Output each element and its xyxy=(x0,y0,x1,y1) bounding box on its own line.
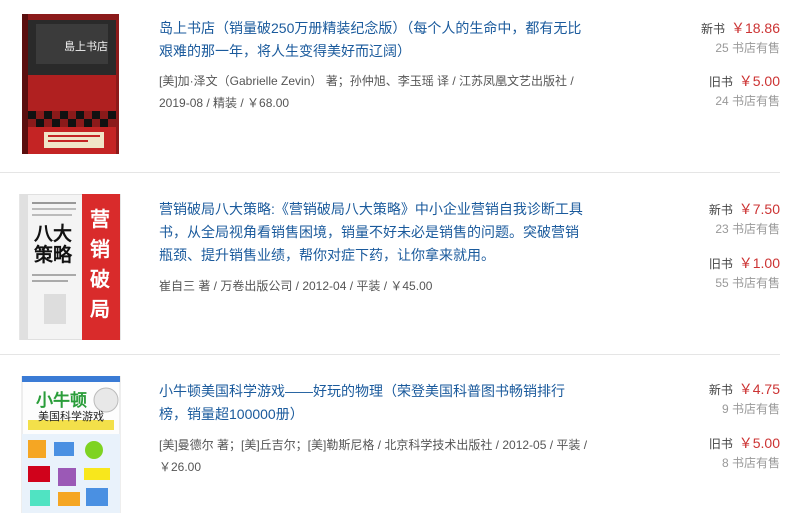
new-price-block: 新书 ￥7.50 23 书店有售 xyxy=(630,199,780,238)
book-cover[interactable]: 小牛顿 美国科学游戏 xyxy=(14,376,127,513)
new-price: ￥18.86 xyxy=(730,20,780,36)
used-stores-link[interactable]: 55 书店有售 xyxy=(630,274,780,292)
used-label: 旧书 xyxy=(708,437,733,451)
book-item: 島上书店 岛上书店（销量破250万册精装纪念版）（每个人的生命中，都有无比艰难的… xyxy=(0,0,788,173)
book-meta: [美]加·泽文（Gabrielle Zevin） 著；孙仲旭、李玉瑶 译 / 江… xyxy=(159,74,574,110)
cover-title: 八大策略 xyxy=(34,223,73,266)
book-list: 島上书店 岛上书店（销量破250万册精装纪念版）（每个人的生命中，都有无比艰难的… xyxy=(0,0,788,513)
new-stores-link[interactable]: 23 书店有售 xyxy=(630,220,780,238)
new-price: ￥7.50 xyxy=(738,201,780,217)
new-price-block: 新书 ￥18.86 25 书店有售 xyxy=(630,18,780,57)
new-label: 新书 xyxy=(708,203,733,217)
book-cover[interactable]: 島上书店 xyxy=(14,14,127,154)
cover-subtitle: 营销破局 xyxy=(90,207,110,321)
book-meta: 崔自三 著 / 万卷出版公司 / 2012-04 / 平装 / ￥45.00 xyxy=(159,279,433,293)
used-label: 旧书 xyxy=(708,257,733,271)
new-label: 新书 xyxy=(708,383,733,397)
book-title-link[interactable]: 营销破局八大策略:《营销破局八大策略》中小企业营销自我诊断工具书，从全局视角看销… xyxy=(159,198,589,267)
cover-title: 島上书店 xyxy=(64,40,108,53)
new-price-block: 新书 ￥4.75 9 书店有售 xyxy=(630,379,780,418)
used-price-block: 旧书 ￥5.00 24 书店有售 xyxy=(630,71,780,110)
book-cover[interactable]: 八大策略 营销破局 xyxy=(14,194,127,340)
book-item: 八大策略 营销破局 营销破局八大策略:《营销破局八大策略》中小企业营销自我诊断工… xyxy=(0,172,788,355)
book-cover-art xyxy=(22,14,119,154)
used-price: ￥5.00 xyxy=(738,73,780,89)
used-stores-link[interactable]: 8 书店有售 xyxy=(630,454,780,472)
used-price: ￥5.00 xyxy=(738,435,780,451)
used-price-block: 旧书 ￥1.00 55 书店有售 xyxy=(630,253,780,292)
used-stores-link[interactable]: 24 书店有售 xyxy=(630,92,780,110)
used-price: ￥1.00 xyxy=(738,255,780,271)
book-meta: [美]曼德尔 著；[美]丘吉尔；[美]勒斯尼格 / 北京科学技术出版社 / 20… xyxy=(159,438,588,474)
used-price-block: 旧书 ￥5.00 8 书店有售 xyxy=(630,433,780,472)
book-item: 小牛顿 美国科学游戏 小牛顿美国科学游戏——好玩的物理（荣登美国科普图书畅销排行… xyxy=(0,354,788,513)
book-title-link[interactable]: 岛上书店（销量破250万册精装纪念版）（每个人的生命中，都有无比艰难的那一年，将… xyxy=(159,17,589,63)
cover-subtitle: 美国科学游戏 xyxy=(38,410,104,423)
new-stores-link[interactable]: 9 书店有售 xyxy=(630,400,780,418)
new-label: 新书 xyxy=(701,22,726,36)
new-stores-link[interactable]: 25 书店有售 xyxy=(630,39,780,57)
used-label: 旧书 xyxy=(708,75,733,89)
book-title-link[interactable]: 小牛顿美国科学游戏——好玩的物理（荣登美国科普图书畅销排行榜，销量超100000… xyxy=(159,380,589,426)
new-price: ￥4.75 xyxy=(738,381,780,397)
